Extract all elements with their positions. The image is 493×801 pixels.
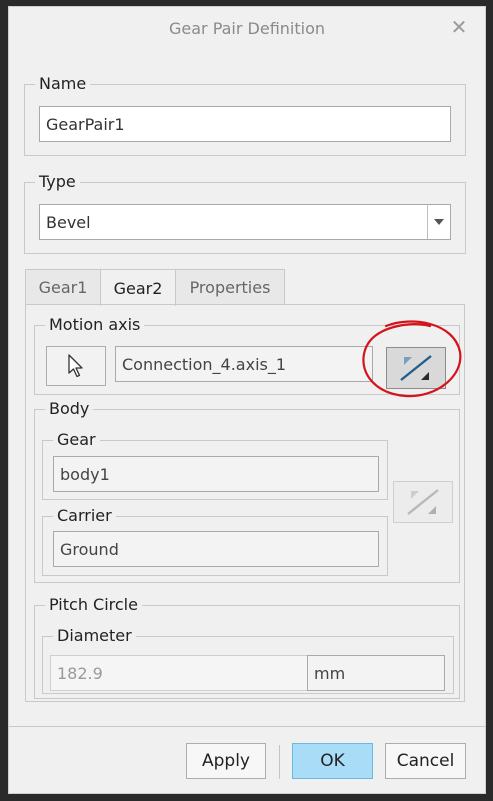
motion-axis-group: Motion axis Connection_4.axis_1	[34, 315, 460, 395]
carrier-body-value: Ground	[60, 539, 119, 559]
gear-body-value: body1	[60, 464, 110, 484]
type-select[interactable]: Bevel	[39, 204, 451, 240]
diameter-subgroup: Diameter 182.9 mm	[42, 626, 454, 694]
ok-label: OK	[320, 751, 345, 771]
motion-axis-field[interactable]: Connection_4.axis_1	[115, 346, 373, 382]
type-group: Type Bevel	[24, 172, 466, 254]
flip-direction-icon	[400, 355, 432, 381]
type-value: Bevel	[46, 212, 91, 232]
name-legend: Name	[35, 74, 91, 93]
footer-separator	[279, 745, 280, 779]
diameter-unit-field[interactable]: mm	[307, 655, 445, 691]
gear-subgroup: Gear body1	[42, 430, 388, 500]
ok-button[interactable]: OK	[292, 743, 373, 779]
diameter-value: 182.9	[57, 663, 103, 683]
tab-properties[interactable]: Properties	[175, 269, 285, 305]
diameter-field[interactable]: 182.9	[50, 655, 308, 691]
body-group: Body Gear body1 Carrier Ground	[34, 399, 460, 583]
body-legend: Body	[45, 399, 94, 418]
tab-gear2[interactable]: Gear2	[100, 269, 176, 306]
gear-body-field[interactable]: body1	[53, 456, 379, 492]
gear-pair-dialog: Gear Pair Definition ✕ Name GearPair1 Ty…	[8, 6, 486, 794]
diameter-legend: Diameter	[53, 626, 136, 645]
flip-direction-icon	[407, 489, 439, 515]
carrier-legend: Carrier	[53, 506, 116, 525]
tab-gear1[interactable]: Gear1	[25, 269, 101, 305]
tab-gear2-label: Gear2	[113, 278, 163, 298]
footer-divider	[9, 726, 485, 727]
type-legend: Type	[35, 172, 80, 191]
name-value: GearPair1	[46, 114, 125, 134]
select-axis-button[interactable]	[46, 346, 106, 386]
motion-axis-legend: Motion axis	[45, 315, 145, 334]
title-bar[interactable]: Gear Pair Definition ✕	[9, 7, 485, 51]
tab-gear1-label: Gear1	[38, 278, 88, 297]
apply-label: Apply	[202, 751, 250, 771]
flip-body-button[interactable]	[393, 481, 453, 523]
gear-legend: Gear	[53, 430, 100, 449]
tab-properties-label: Properties	[189, 278, 271, 297]
cancel-label: Cancel	[396, 751, 455, 771]
carrier-subgroup: Carrier Ground	[42, 506, 388, 576]
pitch-circle-legend: Pitch Circle	[45, 595, 142, 614]
cancel-button[interactable]: Cancel	[385, 743, 466, 779]
cursor-arrow-icon	[68, 354, 83, 378]
name-group: Name GearPair1	[24, 74, 466, 156]
dialog-title: Gear Pair Definition	[168, 19, 326, 38]
apply-button[interactable]: Apply	[186, 743, 266, 779]
diameter-unit: mm	[314, 663, 346, 683]
flip-axis-button[interactable]	[386, 347, 446, 389]
motion-axis-value: Connection_4.axis_1	[122, 354, 287, 374]
dropdown-arrow-icon[interactable]	[427, 205, 450, 239]
pitch-circle-group: Pitch Circle Diameter 182.9 mm	[34, 595, 460, 699]
carrier-body-field[interactable]: Ground	[53, 531, 379, 567]
name-field[interactable]: GearPair1	[39, 106, 451, 142]
close-icon[interactable]: ✕	[447, 15, 471, 39]
tab-panel-gear2: Motion axis Connection_4.axis_1 Body Gea…	[25, 304, 465, 702]
